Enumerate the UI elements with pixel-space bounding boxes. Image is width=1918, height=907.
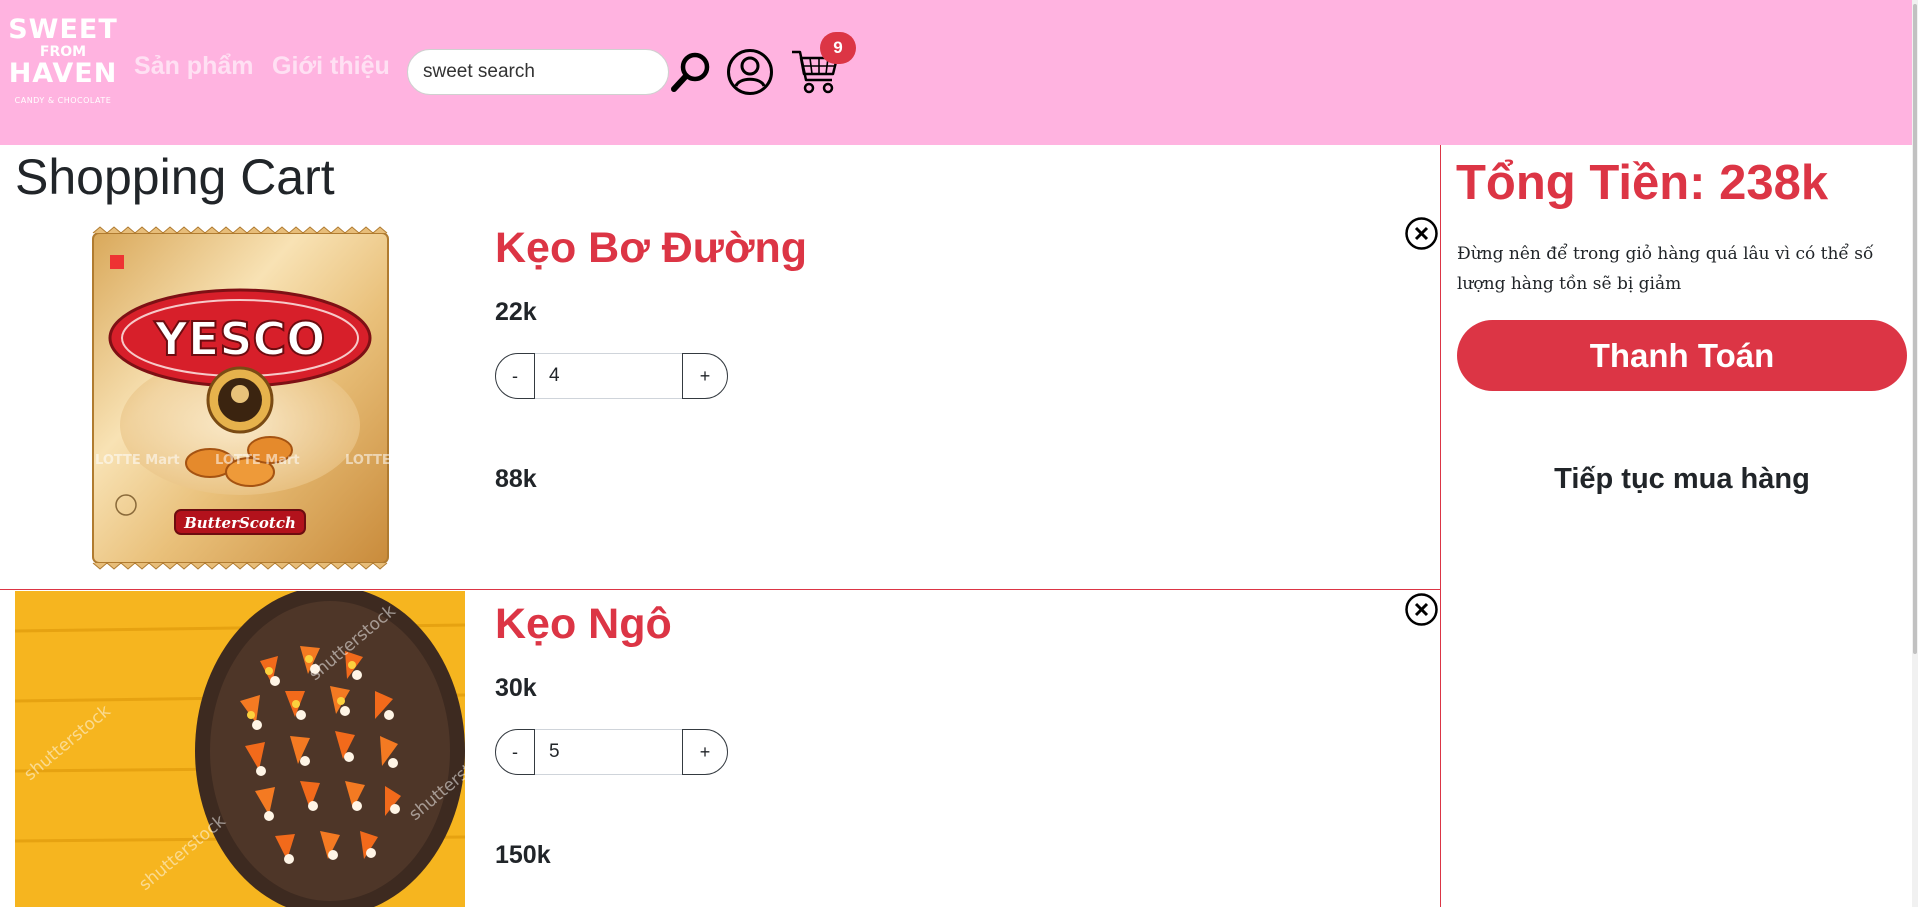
remove-item-button[interactable] <box>1405 593 1438 626</box>
image-watermark-text: LOTTE Mart <box>345 453 430 468</box>
logo-tagline: CANDY & CHOCOLATE <box>14 96 112 105</box>
product-name[interactable]: Kẹo Ngô <box>495 600 672 649</box>
cart-count-badge: 9 <box>820 32 856 64</box>
search-input[interactable] <box>407 49 669 95</box>
product-image[interactable]: shutterstock shutterstock shutterstock s… <box>15 591 465 907</box>
account-button[interactable] <box>726 48 774 96</box>
decrease-quantity-button[interactable]: - <box>495 353 535 399</box>
cart-item: shutterstock shutterstock shutterstock s… <box>0 590 1440 907</box>
logo-line-1: SWEET <box>8 14 118 45</box>
package-flavor-text: ButterScotch <box>183 514 296 532</box>
product-name[interactable]: Kẹo Bơ Đường <box>495 224 807 273</box>
butterscotch-package-image: YESCO ButterScotch LOTTE Mart LOTTE Mart… <box>92 226 430 570</box>
site-logo[interactable]: SWEET FROM HAVEN CANDY & CHOCOLATE <box>6 16 120 128</box>
checkout-button[interactable]: Thanh Toán <box>1457 320 1907 391</box>
product-image[interactable]: YESCO ButterScotch LOTTE Mart LOTTE Mart… <box>15 210 465 585</box>
order-total: Tổng Tiền: 238k <box>1456 156 1829 210</box>
quantity-input[interactable] <box>535 729 682 775</box>
remove-item-button[interactable] <box>1405 217 1438 250</box>
order-summary-sidebar: Tổng Tiền: 238k Đừng nên để trong giỏ hà… <box>1440 145 1918 907</box>
quantity-stepper: - + <box>495 353 728 399</box>
cart-notice: Đừng nên để trong giỏ hàng quá lâu vì có… <box>1457 244 1874 294</box>
user-icon <box>727 49 773 95</box>
image-watermark-text: LOTTE Mart <box>215 453 300 468</box>
search-icon <box>671 52 710 92</box>
cart-item: YESCO ButterScotch LOTTE Mart LOTTE Mart… <box>0 210 1440 590</box>
unit-price: 22k <box>495 298 537 326</box>
close-circle-icon <box>1405 217 1438 250</box>
image-watermark-text: LOTTE Mart <box>95 453 180 468</box>
line-total: 150k <box>495 841 551 869</box>
scrollbar-thumb[interactable] <box>1913 4 1917 654</box>
line-total: 88k <box>495 465 537 493</box>
quantity-input[interactable] <box>535 353 682 399</box>
nav-link-products[interactable]: Sản phẩm <box>134 52 253 81</box>
increase-quantity-button[interactable]: + <box>682 729 728 775</box>
page-title: Shopping Cart <box>15 149 335 205</box>
quantity-stepper: - + <box>495 729 728 775</box>
decrease-quantity-button[interactable]: - <box>495 729 535 775</box>
continue-shopping-link[interactable]: Tiếp tục mua hàng <box>1457 463 1907 496</box>
increase-quantity-button[interactable]: + <box>682 353 728 399</box>
unit-price: 30k <box>495 674 537 702</box>
close-circle-icon <box>1405 593 1438 626</box>
logo-line-3: HAVEN <box>8 58 118 89</box>
nav-link-about[interactable]: Giới thiệu <box>272 52 390 81</box>
candy-corn-bowl-image: shutterstock shutterstock shutterstock s… <box>15 591 465 907</box>
site-header: SWEET FROM HAVEN CANDY & CHOCOLATE Sản p… <box>0 0 1918 145</box>
package-brand-text: YESCO <box>154 312 326 366</box>
search-button[interactable] <box>670 50 712 94</box>
